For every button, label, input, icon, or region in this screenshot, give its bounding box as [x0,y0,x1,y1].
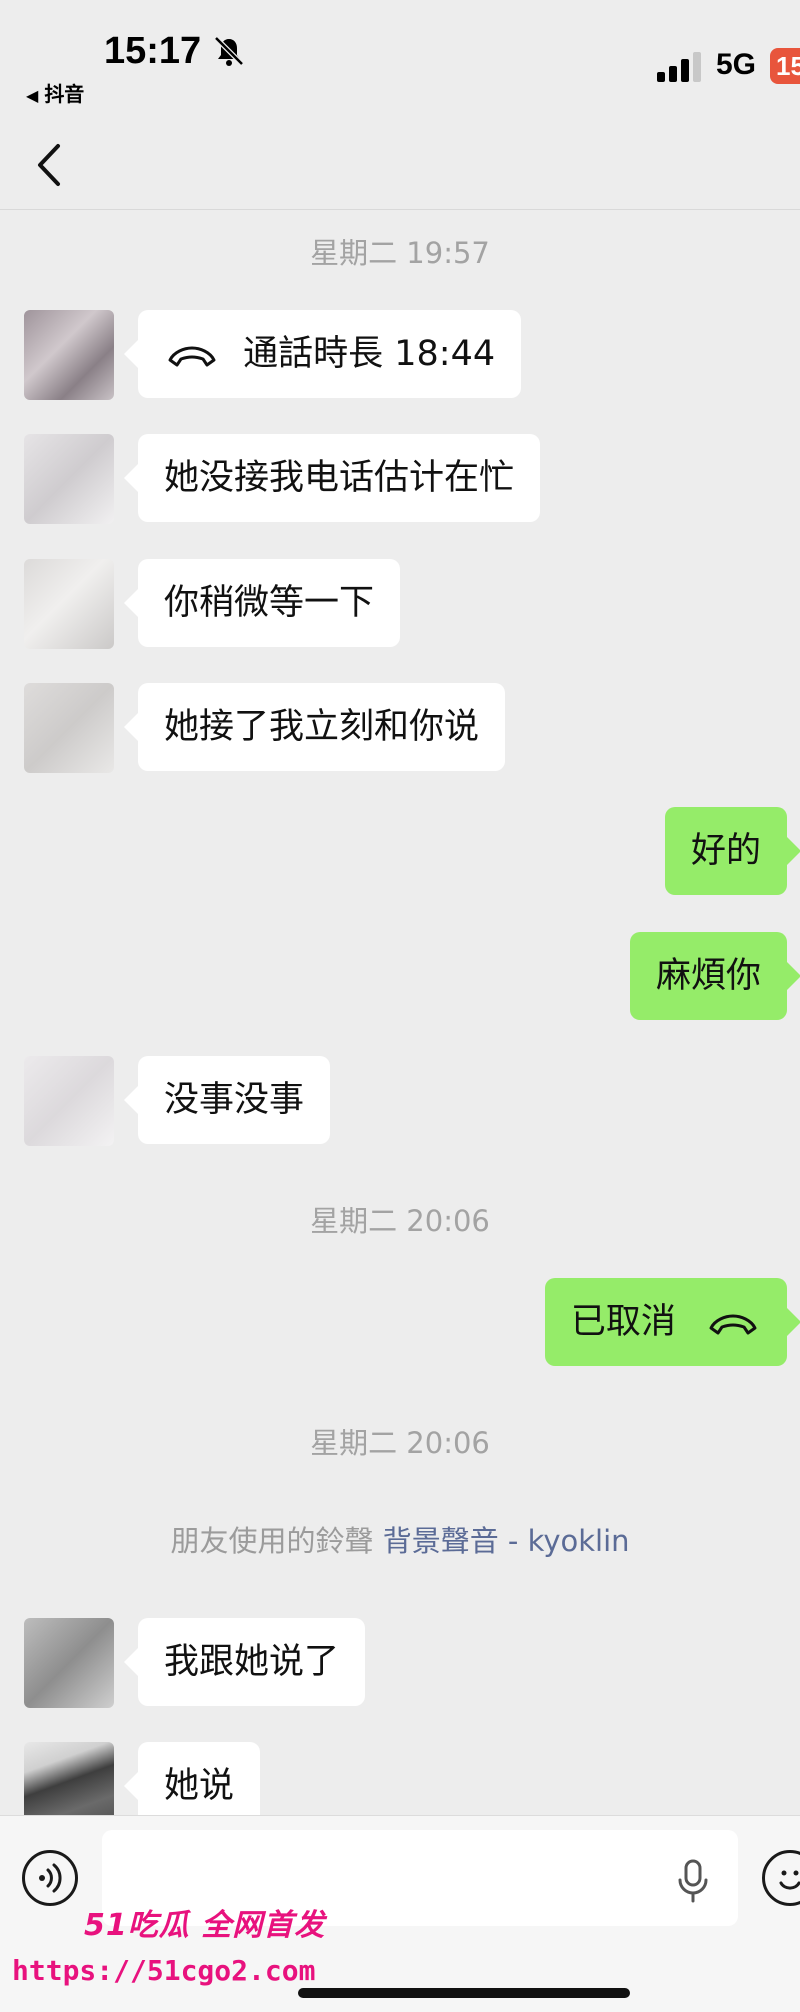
chat-nav-bar [0,120,800,210]
watermark-title: 51吃瓜 全网首发 [84,1908,326,1943]
status-time: 15:17 [104,30,202,72]
contact-avatar[interactable] [24,559,114,649]
incoming-message-bubble[interactable]: 她接了我立刻和你说 [123,683,506,771]
back-triangle-icon: ◀ [26,86,39,105]
incoming-message-bubble[interactable]: 没事没事 [123,1056,331,1144]
incoming-message-bubble[interactable]: 她说 [123,1742,261,1815]
call-duration-text: 通話時長 18:44 [243,334,496,374]
call-record-bubble[interactable]: 已取消 [544,1278,800,1366]
phone-icon [168,346,216,367]
ringtone-notice-prefix: 朋友使用的鈴聲 [170,1524,374,1558]
outgoing-message-bubble[interactable]: 好的 [664,807,800,895]
contact-avatar[interactable] [24,1056,114,1146]
ringtone-link[interactable]: 背景聲音 - kyoklin [383,1524,630,1558]
chat-messages: 星期二 19:57 通話時長 18:44 她没接我电话估计在忙 你稍微等一下 她… [0,210,800,1815]
back-chevron-icon[interactable] [26,138,70,192]
contact-avatar[interactable] [24,1742,114,1815]
emoji-icon [779,1870,800,1890]
status-bar: 15:17 ◀ 抖音 5G 15 [0,0,800,120]
contact-avatar[interactable] [24,1618,114,1708]
voice-icon [39,1863,62,1893]
phone-icon [709,1314,757,1335]
emoji-button[interactable] [762,1850,800,1906]
battery-indicator: 15 [770,48,800,84]
contact-avatar[interactable] [24,683,114,773]
bell-muted-icon [214,36,244,66]
home-indicator[interactable] [298,1988,630,1998]
outgoing-message-bubble[interactable]: 麻煩你 [629,932,800,1020]
signal-icon [657,52,701,82]
ringtone-notice: 朋友使用的鈴聲 背景聲音 - kyoklin [0,1518,800,1560]
contact-avatar[interactable] [24,434,114,524]
back-app-label: 抖音 [44,82,85,106]
watermark-url: https://51cgo2.com [12,1954,316,1987]
incoming-message-bubble[interactable]: 她没接我电话估计在忙 [123,434,541,522]
message-timestamp: 星期二 19:57 [310,236,490,270]
call-record-bubble[interactable]: 通話時長 18:44 [123,310,522,398]
message-timestamp: 星期二 20:06 [310,1204,490,1238]
incoming-message-bubble[interactable]: 你稍微等一下 [123,559,401,647]
incoming-message-bubble[interactable]: 我跟她说了 [123,1618,366,1706]
message-timestamp: 星期二 20:06 [310,1426,490,1460]
mic-icon[interactable] [676,1858,710,1904]
contact-avatar[interactable] [24,310,114,400]
voice-toggle-button[interactable] [22,1850,78,1906]
back-to-app-link[interactable]: ◀ 抖音 [26,78,84,107]
call-status-text: 已取消 [570,1302,676,1342]
network-type: 5G [716,48,757,81]
